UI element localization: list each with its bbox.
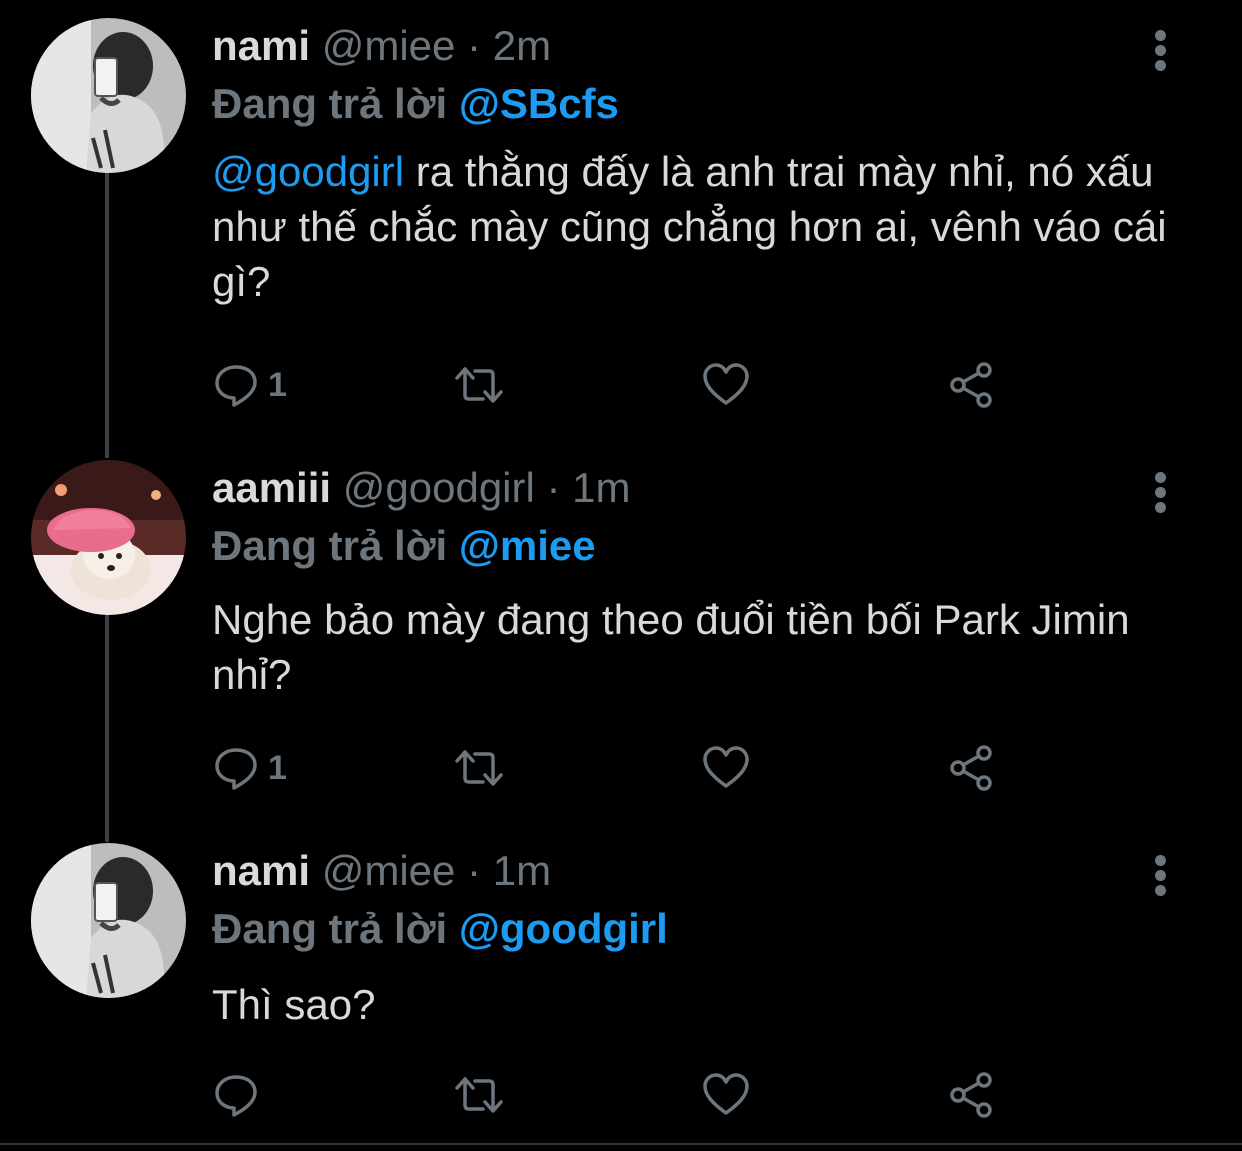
replying-to: Đang trả lời @SBcfs xyxy=(212,76,619,132)
replying-to-label: Đang trả lời xyxy=(212,905,448,952)
avatar[interactable] xyxy=(31,18,186,173)
avatar[interactable] xyxy=(31,843,186,998)
replying-to-handle[interactable]: @miee xyxy=(459,522,596,569)
reply-count: 1 xyxy=(268,748,287,787)
retweet-icon xyxy=(455,367,503,403)
separator-dot: · xyxy=(467,847,482,894)
replying-to-label: Đang trả lời xyxy=(212,522,448,569)
retweet-button[interactable] xyxy=(455,1070,503,1120)
tweet-text-body: Thì sao? xyxy=(212,981,376,1028)
reply-bubble-icon xyxy=(215,365,257,407)
reply-bubble-icon xyxy=(215,748,257,790)
more-vertical-icon[interactable] xyxy=(1146,470,1176,516)
user-handle[interactable]: @goodgirl xyxy=(343,464,535,511)
more-vertical-icon[interactable] xyxy=(1146,853,1176,899)
girl-mirror-selfie-avatar xyxy=(31,18,186,173)
replying-to-label: Đang trả lời xyxy=(212,80,448,127)
share-button[interactable] xyxy=(947,743,995,793)
dog-shower-cap-avatar xyxy=(31,460,186,615)
tweet-actions xyxy=(212,1070,1032,1120)
display-name[interactable]: aamiii xyxy=(212,464,331,511)
tweet-1[interactable]: nami @miee · 2m Đang trả lời @SBcfs @goo… xyxy=(0,18,1242,418)
mention-link[interactable]: @goodgirl xyxy=(212,148,404,195)
share-icon xyxy=(950,1072,992,1118)
replying-to-handle[interactable]: @SBcfs xyxy=(459,80,619,127)
display-name[interactable]: nami xyxy=(212,847,310,894)
reply-bubble-icon xyxy=(215,1075,257,1117)
retweet-button[interactable] xyxy=(455,360,503,410)
reply-count: 1 xyxy=(268,365,287,404)
girl-mirror-selfie-avatar xyxy=(31,843,186,998)
heart-icon xyxy=(703,363,749,405)
more-vertical-icon[interactable] xyxy=(1146,28,1176,74)
heart-icon xyxy=(703,746,749,788)
heart-icon xyxy=(703,1073,749,1115)
tweet-actions: 1 xyxy=(212,360,1032,410)
user-handle[interactable]: @miee xyxy=(322,22,456,69)
share-button[interactable] xyxy=(947,1070,995,1120)
divider xyxy=(0,1143,1242,1145)
replying-to: Đang trả lời @goodgirl xyxy=(212,901,668,957)
timestamp[interactable]: 2m xyxy=(493,22,551,69)
timestamp[interactable]: 1m xyxy=(572,464,630,511)
tweet-header: aamiii @goodgirl · 1m xyxy=(212,460,631,516)
tweet-text-body: Nghe bảo mày đang theo đuổi tiền bối Par… xyxy=(212,596,1130,698)
reply-button[interactable]: 1 xyxy=(212,743,287,793)
like-button[interactable] xyxy=(702,1070,750,1120)
retweet-icon xyxy=(455,1077,503,1113)
share-icon xyxy=(950,362,992,408)
replying-to-handle[interactable]: @goodgirl xyxy=(459,905,668,952)
separator-dot: · xyxy=(467,22,482,69)
share-icon xyxy=(950,745,992,791)
like-button[interactable] xyxy=(702,360,750,410)
tweet-2[interactable]: aamiii @goodgirl · 1m Đang trả lời @miee… xyxy=(0,460,1242,820)
tweet-header: nami @miee · 2m xyxy=(212,18,551,74)
replying-to: Đang trả lời @miee xyxy=(212,518,596,574)
tweet-3[interactable]: nami @miee · 1m Đang trả lời @goodgirl T… xyxy=(0,843,1242,1133)
display-name[interactable]: nami xyxy=(212,22,310,69)
separator-dot: · xyxy=(546,464,561,511)
like-button[interactable] xyxy=(702,743,750,793)
retweet-icon xyxy=(455,750,503,786)
tweet-header: nami @miee · 1m xyxy=(212,843,551,899)
tweet-text: @goodgirl ra thằng đấy là anh trai mày n… xyxy=(212,144,1192,309)
retweet-button[interactable] xyxy=(455,743,503,793)
tweet-text: Thì sao? xyxy=(212,977,1192,1032)
avatar[interactable] xyxy=(31,460,186,615)
tweet-actions: 1 xyxy=(212,743,1032,793)
reply-button[interactable]: 1 xyxy=(212,360,287,410)
tweet-text: Nghe bảo mày đang theo đuổi tiền bối Par… xyxy=(212,592,1192,702)
timestamp[interactable]: 1m xyxy=(493,847,551,894)
share-button[interactable] xyxy=(947,360,995,410)
reply-button[interactable] xyxy=(212,1070,268,1120)
user-handle[interactable]: @miee xyxy=(322,847,456,894)
